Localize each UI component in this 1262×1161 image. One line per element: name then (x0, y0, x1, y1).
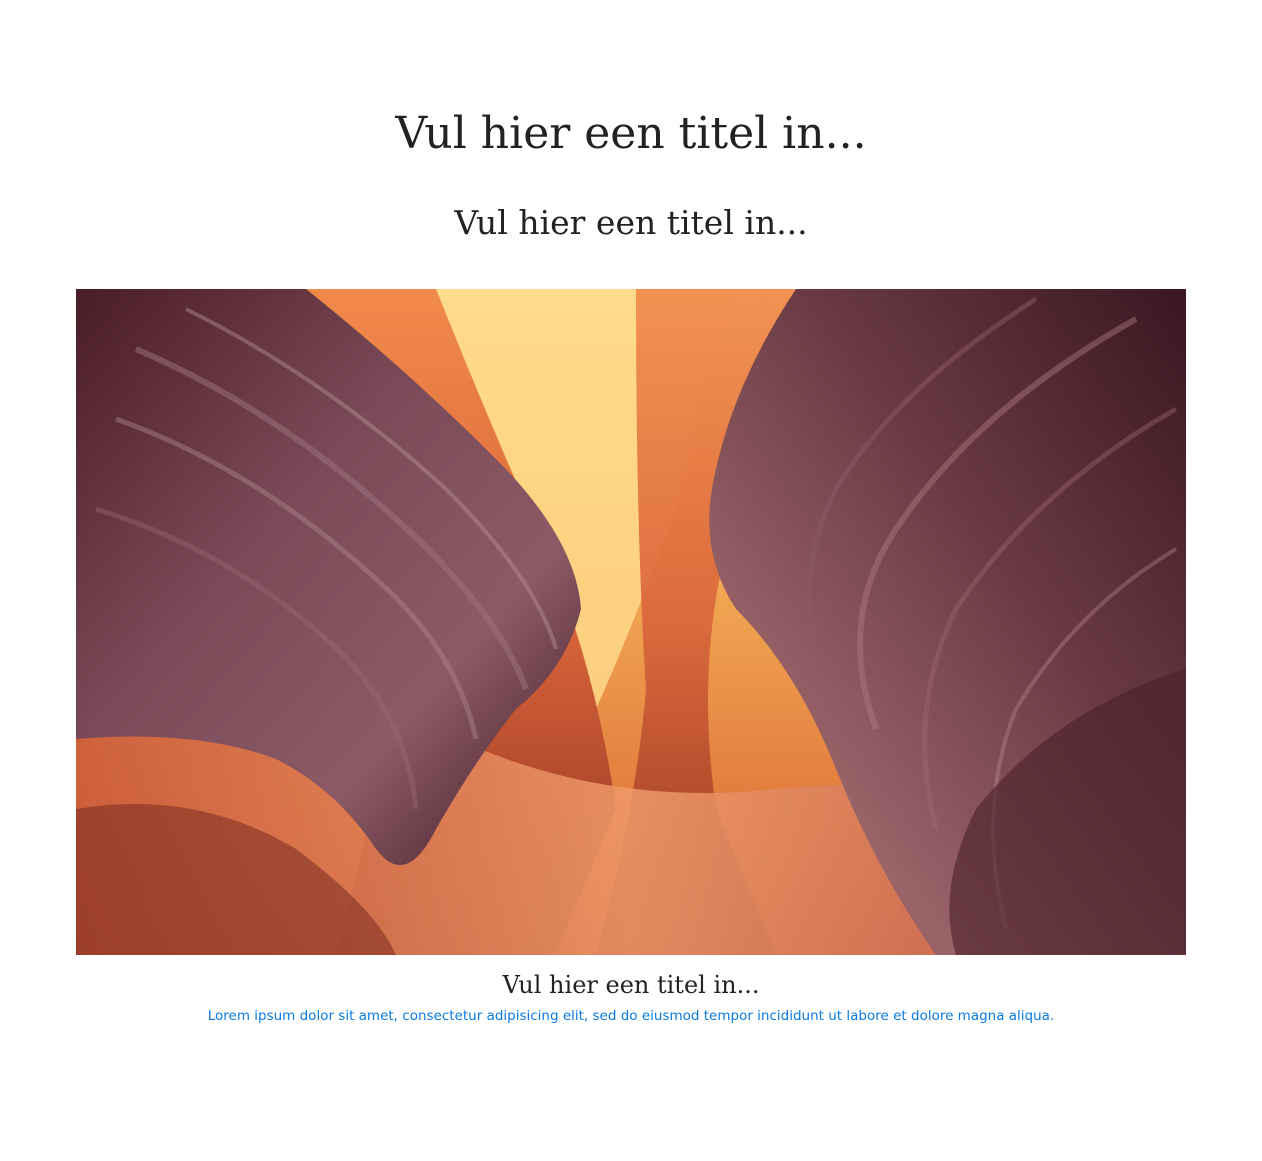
page-title: Vul hier een titel in... (395, 108, 867, 159)
caption-text: Lorem ipsum dolor sit amet, consectetur … (207, 1008, 1055, 1024)
canyon-photo (76, 289, 1186, 955)
caption-title: Vul hier een titel in... (502, 971, 760, 999)
page-subtitle: Vul hier een titel in... (454, 203, 808, 242)
canyon-photo-graphic (76, 289, 1186, 955)
page: Vul hier een titel in... Vul hier een ti… (0, 0, 1262, 1161)
